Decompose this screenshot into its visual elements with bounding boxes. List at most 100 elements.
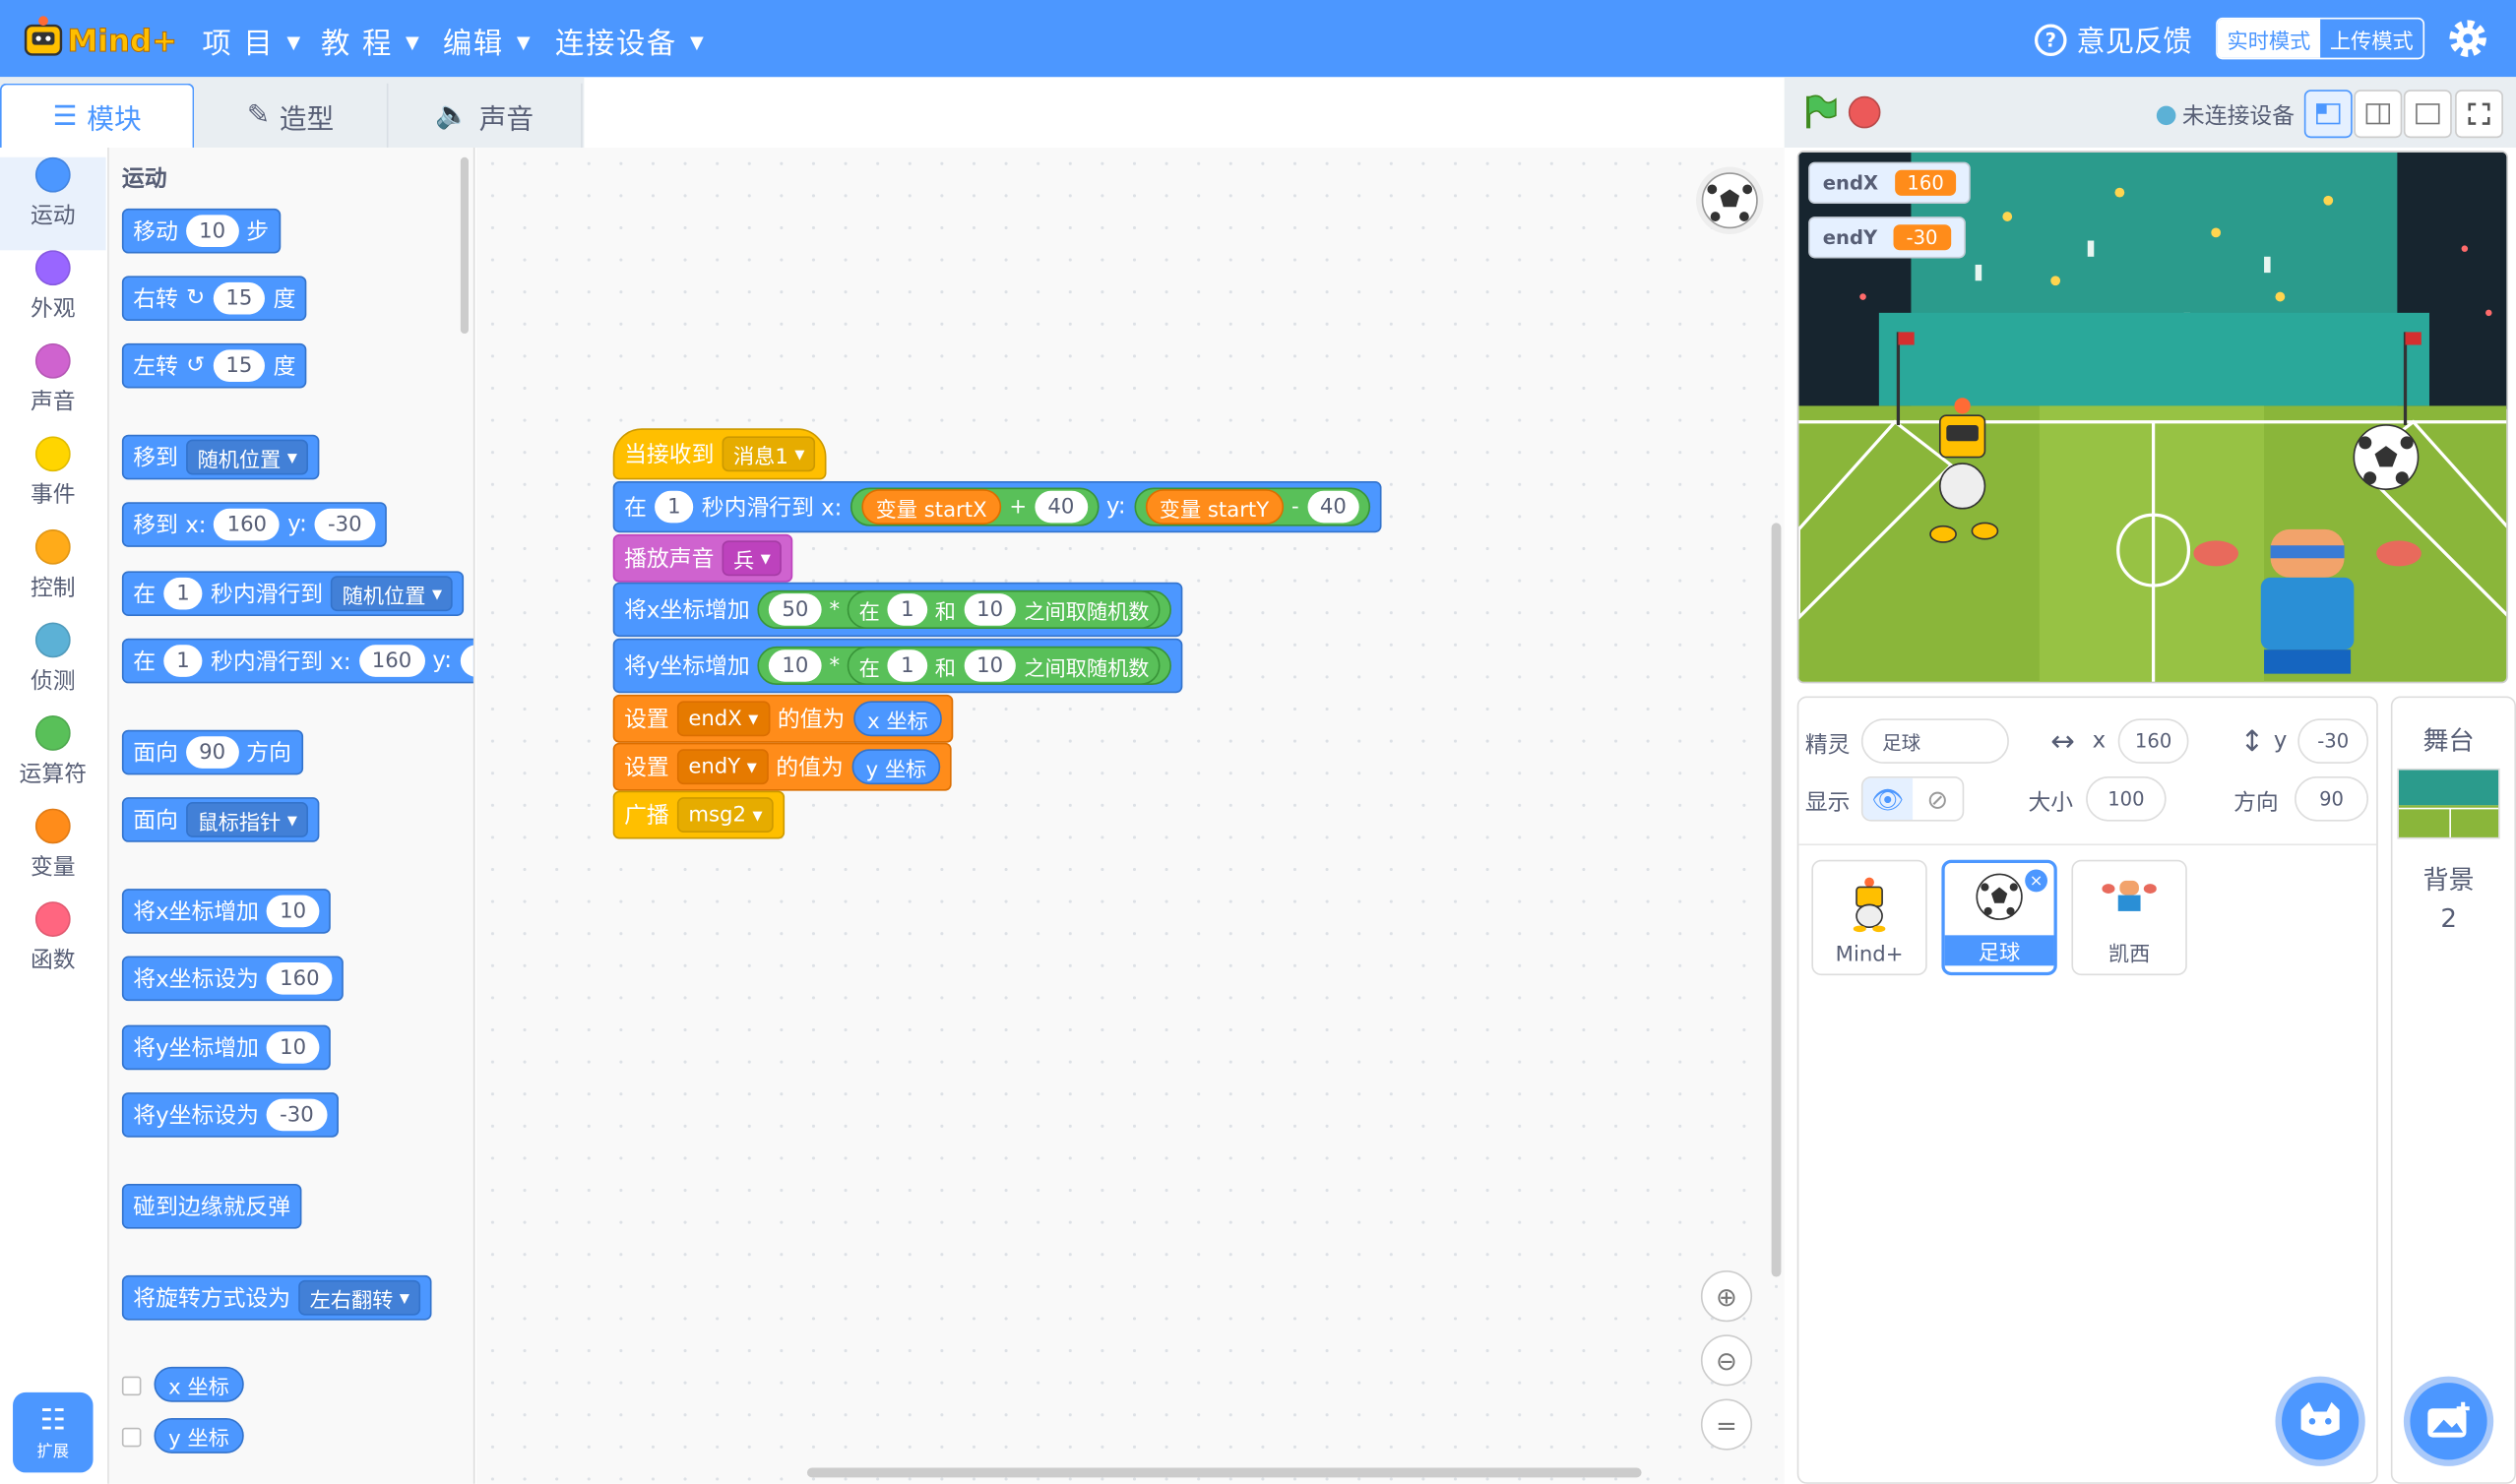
block-glide-xy[interactable]: 在1秒内滑行到 x:160y:-30 — [121, 638, 473, 684]
random-operator[interactable]: 在 1 和 10 之间取随机数 — [848, 589, 1161, 629]
block-glide-to[interactable]: 在 1 秒内滑行到 随机位置 ▼ — [121, 571, 465, 616]
reporter-y-position[interactable]: y 坐标 — [154, 1418, 244, 1453]
category-sensing[interactable]: 侦测 — [0, 622, 106, 715]
upload-mode-button[interactable]: 上传模式 — [2320, 20, 2422, 58]
image-plus-icon — [2427, 1401, 2470, 1438]
gear-icon[interactable] — [2445, 16, 2490, 61]
sprite-name-input[interactable]: 足球 — [1860, 718, 2009, 764]
menu-connect-device[interactable]: 连接设备 ▼ — [555, 21, 705, 62]
block-turn-left[interactable]: 左转 ↺ 15 度 — [121, 342, 307, 389]
feedback-button[interactable]: ? 意见反馈 — [2034, 20, 2192, 61]
delete-sprite-icon[interactable]: × — [2025, 869, 2048, 893]
zoom-in-icon[interactable]: ⊕ — [1700, 1270, 1753, 1323]
tab-sounds[interactable]: 🔈 声音 — [388, 83, 583, 148]
top-menu-bar: Mind+ 项 目 ▼ 教 程 ▼ 编辑 ▼ 连接设备 ▼ ? 意见反馈 实时模式 上传… — [0, 0, 2516, 78]
workspace-vertical-scrollbar[interactable] — [1771, 523, 1782, 1277]
minus-operator[interactable]: 变量 startY -40 — [1133, 487, 1371, 526]
menu-tutorial[interactable]: 教 程 ▼ — [321, 21, 420, 62]
block-play-sound[interactable]: 播放声音兵 ▼ — [612, 533, 793, 583]
eye-icon[interactable]: 👁 — [1862, 777, 1914, 820]
block-point-direction[interactable]: 面向 90 方向 — [121, 729, 303, 775]
mindplus-logo[interactable]: Mind+ — [23, 13, 176, 64]
show-x-checkbox[interactable] — [121, 1376, 142, 1396]
category-operators[interactable]: 运算符 — [0, 715, 106, 809]
block-set-y[interactable]: 将y坐标设为 -30 — [121, 1092, 339, 1138]
block-palette: 运动 移动 10 步 右转 ↻ 15 度 左转 ↺ 15 度 移到 随机位置 ▼ 移到 x: 160 y… — [108, 147, 475, 1484]
palette-scrollbar[interactable] — [460, 156, 469, 335]
category-variables[interactable]: 变量 — [0, 808, 106, 902]
caret-down-icon: ▼ — [760, 550, 771, 566]
multiply-operator[interactable]: 50 * 在 1 和 10 之间取随机数 — [757, 589, 1172, 629]
random-operator[interactable]: 在 1 和 10 之间取随机数 — [848, 646, 1161, 686]
block-goto-xy[interactable]: 移到 x: 160 y: -30 — [121, 502, 387, 547]
caret-down-icon: ▼ — [405, 31, 421, 52]
block-turn-right[interactable]: 右转 ↻ 15 度 — [121, 276, 307, 322]
block-goto[interactable]: 移到 随机位置 ▼ — [121, 434, 320, 480]
plus-operator[interactable]: 变量 startX +40 — [849, 487, 1099, 526]
x-position-input[interactable]: 160 — [2117, 718, 2189, 764]
mode-toggle[interactable]: 实时模式 上传模式 — [2216, 17, 2425, 60]
size-input[interactable]: 100 — [2086, 775, 2167, 822]
block-set-endy[interactable]: 设置 endY ▼ 的值为 y 坐标 — [612, 742, 953, 791]
block-when-receive[interactable]: 当接收到 消息1 ▼ — [612, 428, 828, 480]
stage-canvas[interactable]: endX 160 endY -30 — [1796, 151, 2508, 684]
variable-monitor-endy[interactable]: endY -30 — [1808, 216, 1966, 259]
cat-plus-icon — [2300, 1401, 2340, 1436]
stop-icon[interactable] — [1848, 95, 1881, 129]
script-workspace[interactable]: 当接收到 消息1 ▼ 在 1 秒内滑行到 x: 变量 startX +40 y: 变量… — [476, 147, 1785, 1484]
y-position-input[interactable]: -30 — [2297, 718, 2369, 764]
sprite-tile-mindplus[interactable]: Mind+ — [1811, 859, 1927, 976]
tab-costumes[interactable]: ✎ 造型 — [194, 83, 389, 148]
block-change-x-random[interactable]: 将x坐标增加 50 * 在 1 和 10 之间取随机数 — [612, 582, 1183, 638]
caret-down-icon: ▼ — [286, 31, 302, 52]
category-events[interactable]: 事件 — [0, 436, 106, 529]
add-backdrop-button[interactable] — [2403, 1376, 2494, 1466]
block-broadcast[interactable]: 广播 msg2 ▼ — [612, 790, 786, 839]
category-control[interactable]: 控制 — [0, 528, 106, 623]
brush-icon: ✎ — [246, 99, 271, 132]
zoom-out-icon[interactable]: ⊖ — [1700, 1334, 1753, 1387]
category-sound[interactable]: 声音 — [0, 342, 106, 437]
soccer-ball-sprite — [2353, 424, 2420, 490]
add-sprite-button[interactable] — [2275, 1376, 2365, 1466]
normal-stage-layout-icon[interactable] — [2354, 90, 2403, 139]
green-flag-icon[interactable] — [1803, 93, 1839, 139]
variables-dot-icon — [34, 808, 71, 844]
caret-down-icon: ▼ — [286, 450, 297, 464]
backdrop-label: 背景 — [2422, 864, 2475, 896]
reporter-x-position[interactable]: x 坐标 — [154, 1366, 244, 1402]
direction-input[interactable]: 90 — [2295, 775, 2369, 822]
variable-monitor-endx[interactable]: endX 160 — [1808, 161, 1972, 205]
category-motion[interactable]: 运动 — [0, 156, 106, 251]
live-mode-button[interactable]: 实时模式 — [2217, 19, 2321, 58]
category-menu: 运动 外观 声音 事件 控制 侦测 运算符 变量 函数 — [0, 147, 109, 1484]
add-extension-button[interactable]: ☷ 扩展 — [13, 1391, 94, 1473]
small-stage-layout-icon[interactable] — [2303, 90, 2353, 139]
block-glide-xy-script[interactable]: 在 1 秒内滑行到 x: 变量 startX +40 y: 变量 startY -4… — [612, 481, 1382, 533]
block-move-steps[interactable]: 移动 10 步 — [121, 208, 281, 254]
menu-edit[interactable]: 编辑 ▼ — [443, 21, 532, 62]
block-set-endx[interactable]: 设置 endX ▼ 的值为 x 坐标 — [612, 694, 954, 743]
workspace-horizontal-scrollbar[interactable] — [806, 1467, 1642, 1478]
sprite-tile-kaixi[interactable]: 凯西 — [2071, 859, 2187, 976]
multiply-operator[interactable]: 10 * 在 1 和 10 之间取随机数 — [757, 646, 1172, 686]
block-bounce-on-edge[interactable]: 碰到边缘就反弹 — [121, 1184, 302, 1229]
sprite-tile-soccer-ball[interactable]: × 足球 — [1941, 859, 2057, 976]
fullscreen-icon[interactable] — [2455, 90, 2503, 139]
tab-blocks[interactable]: ☰ 模块 — [0, 83, 195, 148]
large-stage-layout-icon[interactable] — [2403, 90, 2452, 139]
show-y-checkbox[interactable] — [121, 1427, 142, 1448]
category-functions[interactable]: 函数 — [0, 901, 106, 995]
backdrop-thumbnail[interactable] — [2397, 768, 2500, 839]
block-change-y-random[interactable]: 将y坐标增加 10 * 在 1 和 10 之间取随机数 — [612, 638, 1183, 694]
eye-slash-icon[interactable]: ⊘ — [1913, 778, 1963, 820]
category-looks[interactable]: 外观 — [0, 250, 106, 343]
block-change-x[interactable]: 将x坐标增加 10 — [121, 889, 331, 934]
block-rotation-style[interactable]: 将旋转方式设为 左右翻转 ▼ — [121, 1274, 432, 1321]
block-change-y[interactable]: 将y坐标增加 10 — [121, 1024, 331, 1071]
block-set-x[interactable]: 将x坐标设为 160 — [121, 956, 345, 1002]
block-point-towards[interactable]: 面向 鼠标指针 ▼ — [121, 797, 320, 842]
backdrop-count: 2 — [2440, 902, 2457, 934]
menu-project[interactable]: 项 目 ▼ — [202, 21, 301, 62]
zoom-reset-icon[interactable]: = — [1700, 1398, 1753, 1451]
